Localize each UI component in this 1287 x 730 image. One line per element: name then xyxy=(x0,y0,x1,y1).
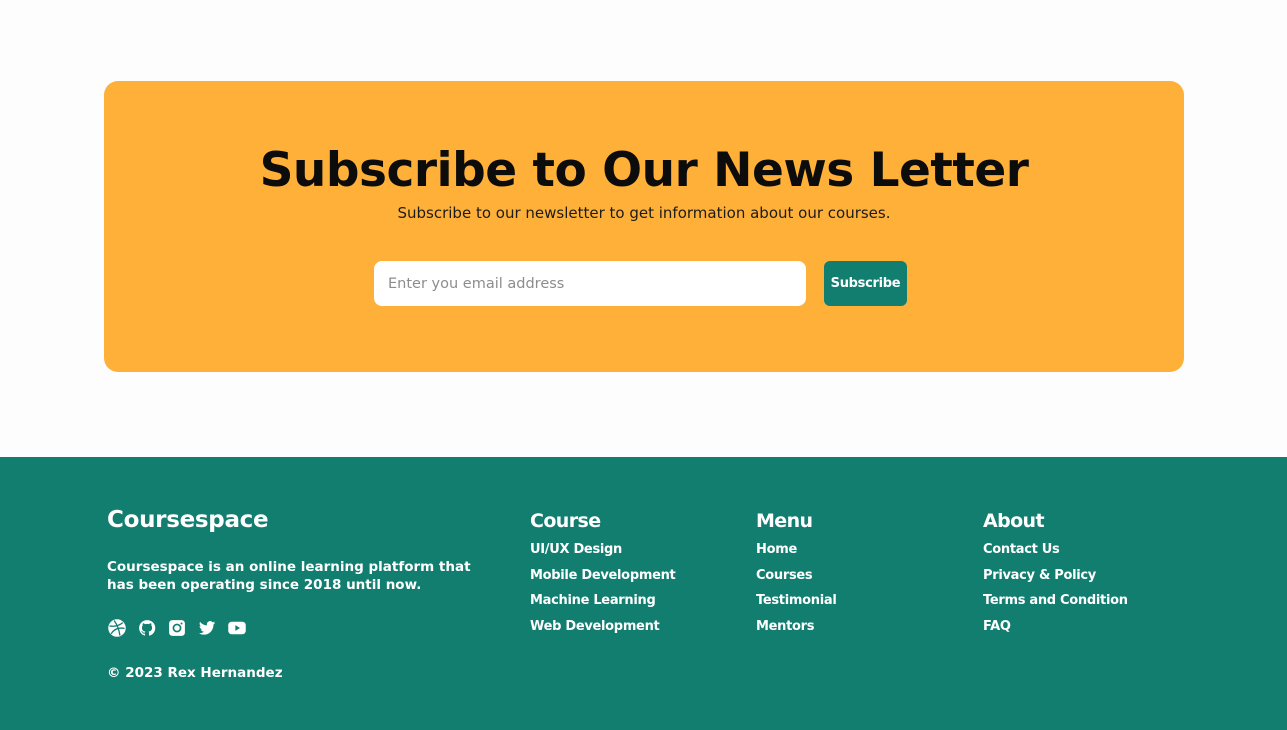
subscribe-button[interactable]: Subscribe xyxy=(824,261,907,306)
column-heading-menu: Menu xyxy=(756,510,813,532)
course-links: UI/UX Design Mobile Development Machine … xyxy=(530,542,676,634)
newsletter-title: Subscribe to Our News Letter xyxy=(259,143,1029,198)
email-input[interactable] xyxy=(374,261,806,306)
footer-link-faq[interactable]: FAQ xyxy=(983,619,1128,634)
copyright-text: © 2023 Rex Hernandez xyxy=(107,665,283,681)
github-icon[interactable] xyxy=(137,618,157,638)
social-links xyxy=(107,618,247,638)
instagram-icon[interactable] xyxy=(167,618,187,638)
footer-link-machine-learning[interactable]: Machine Learning xyxy=(530,593,675,608)
footer-link-contact-us[interactable]: Contact Us xyxy=(983,542,1128,557)
footer-link-mentors[interactable]: Mentors xyxy=(756,619,836,634)
page: Subscribe to Our News Letter Subscribe t… xyxy=(0,0,1287,730)
footer-link-home[interactable]: Home xyxy=(756,542,836,557)
footer-link-courses[interactable]: Courses xyxy=(756,568,836,583)
twitter-icon[interactable] xyxy=(197,618,217,638)
footer-link-terms-condition[interactable]: Terms and Condition xyxy=(983,593,1128,608)
footer-link-ui-ux-design[interactable]: UI/UX Design xyxy=(530,542,675,557)
footer-column-menu: Menu Home Courses Testimonial Mentors xyxy=(756,510,837,644)
about-links: Contact Us Privacy & Policy Terms and Co… xyxy=(983,542,1128,634)
footer-link-mobile-development[interactable]: Mobile Development xyxy=(530,568,676,583)
footer-column-course: Course UI/UX Design Mobile Development M… xyxy=(530,510,676,644)
footer-brand: Coursespace xyxy=(107,507,269,533)
footer-link-testimonial[interactable]: Testimonial xyxy=(756,593,837,608)
newsletter-section: Subscribe to Our News Letter Subscribe t… xyxy=(104,81,1184,372)
youtube-icon[interactable] xyxy=(227,618,247,638)
dribbble-icon[interactable] xyxy=(107,618,127,638)
footer: Coursespace Coursespace is an online lea… xyxy=(0,457,1287,730)
footer-link-privacy-policy[interactable]: Privacy & Policy xyxy=(983,568,1128,583)
column-heading-course: Course xyxy=(530,510,601,532)
menu-links: Home Courses Testimonial Mentors xyxy=(756,542,837,634)
newsletter-subtitle: Subscribe to our newsletter to get infor… xyxy=(397,204,891,222)
column-heading-about: About xyxy=(983,510,1045,532)
footer-description: Coursespace is an online learning platfo… xyxy=(107,559,471,593)
footer-link-web-development[interactable]: Web Development xyxy=(530,619,675,634)
footer-column-about: About Contact Us Privacy & Policy Terms … xyxy=(983,510,1128,644)
